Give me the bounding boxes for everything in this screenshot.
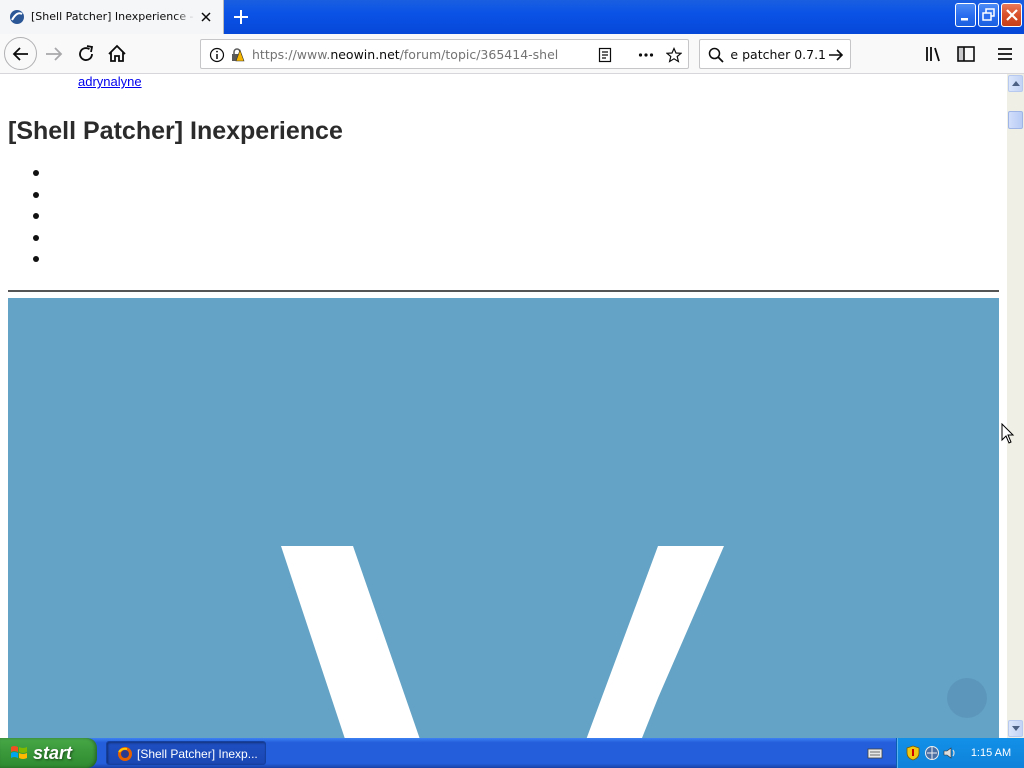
list-item-bullet <box>33 234 39 241</box>
chevron-down-icon <box>1012 726 1020 731</box>
url-bar[interactable]: https://www.neowin.net/forum/topic/36541… <box>200 39 689 69</box>
more-actions-icon[interactable] <box>638 47 654 63</box>
reload-icon[interactable] <box>74 42 98 66</box>
neowin-favicon-icon <box>10 10 24 24</box>
close-icon[interactable] <box>198 9 214 25</box>
url-text: https://www.neowin.net/forum/topic/36541… <box>252 47 559 63</box>
close-icon <box>1006 9 1018 21</box>
restore-icon <box>982 8 995 21</box>
minimize-icon <box>961 18 968 21</box>
taskbar-item-label: [Shell Patcher] Inexp... <box>137 747 258 761</box>
horizontal-rule <box>8 290 999 292</box>
menu-icon[interactable] <box>993 42 1017 66</box>
clock: 1:15 AM <box>970 747 1012 759</box>
start-label: start <box>33 743 73 763</box>
url-prefix: https://www. <box>252 47 331 62</box>
page-title: [Shell Patcher] Inexperience <box>8 117 343 145</box>
keyboard-icon[interactable] <box>867 745 883 761</box>
sidebar-icon[interactable] <box>954 42 978 66</box>
info-icon[interactable] <box>209 47 225 63</box>
chevron-up-icon <box>1012 81 1020 86</box>
network-icon[interactable] <box>924 745 940 761</box>
tab-title: [Shell Patcher] Inexperience - Tips <box>31 10 194 23</box>
firefox-icon <box>118 747 132 761</box>
lock-icon[interactable] <box>229 47 245 63</box>
url-domain: neowin.net <box>330 47 400 62</box>
system-tray: 1:15 AM <box>896 738 1024 768</box>
arrow-right-icon[interactable] <box>42 42 66 66</box>
windows-logo-icon <box>11 746 27 759</box>
author-link[interactable]: adrynalyne <box>78 74 142 90</box>
back-button[interactable] <box>4 37 37 70</box>
restore-button[interactable] <box>978 3 999 27</box>
list-item-bullet <box>33 191 39 198</box>
arrow-right-icon[interactable] <box>828 47 844 63</box>
taskbar: start [Shell Patcher] Inexp... 1:15 AM <box>0 738 1024 768</box>
security-shield-icon[interactable] <box>905 745 921 761</box>
list-item-bullet <box>33 170 39 176</box>
hero-image <box>8 298 999 738</box>
tab-title-fade <box>175 6 195 28</box>
close-window-button[interactable] <box>1001 3 1022 27</box>
speaker-icon[interactable] <box>942 745 958 761</box>
home-icon[interactable] <box>105 42 129 66</box>
tab-active[interactable]: [Shell Patcher] Inexperience - Tips <box>0 0 224 34</box>
list-item-bullet <box>33 256 39 262</box>
library-icon[interactable] <box>922 42 946 66</box>
plus-icon[interactable] <box>230 6 252 28</box>
mouse-cursor-icon <box>1001 423 1015 444</box>
minimize-button[interactable] <box>955 3 976 27</box>
reader-view-icon[interactable] <box>597 47 613 63</box>
arrow-left-icon <box>12 47 28 61</box>
title-bar: [Shell Patcher] Inexperience - Tips <box>0 0 1024 34</box>
start-button[interactable]: start <box>0 738 97 768</box>
list-item-bullet <box>33 213 39 219</box>
scrollbar-thumb[interactable] <box>1008 111 1023 129</box>
scroll-up-button[interactable] <box>1008 75 1023 92</box>
scroll-down-button[interactable] <box>1008 720 1023 737</box>
search-bar[interactable]: ce patcher 0.7.1 <box>699 39 851 69</box>
search-input[interactable]: ce patcher 0.7.1 <box>730 47 826 63</box>
navigation-toolbar: https://www.neowin.net/forum/topic/36541… <box>0 34 1024 74</box>
taskbar-item-firefox[interactable]: [Shell Patcher] Inexp... <box>106 741 266 765</box>
vertical-scrollbar[interactable] <box>1007 74 1024 738</box>
search-icon <box>708 47 724 63</box>
scroll-to-top-button[interactable] <box>947 678 987 718</box>
url-path: /forum/topic/365414-shell-pa <box>399 47 559 62</box>
page-viewport: adrynalyne [Shell Patcher] Inexperience <box>0 74 1007 738</box>
bookmark-star-icon[interactable] <box>666 47 682 63</box>
v-logo-graphic <box>281 546 724 738</box>
